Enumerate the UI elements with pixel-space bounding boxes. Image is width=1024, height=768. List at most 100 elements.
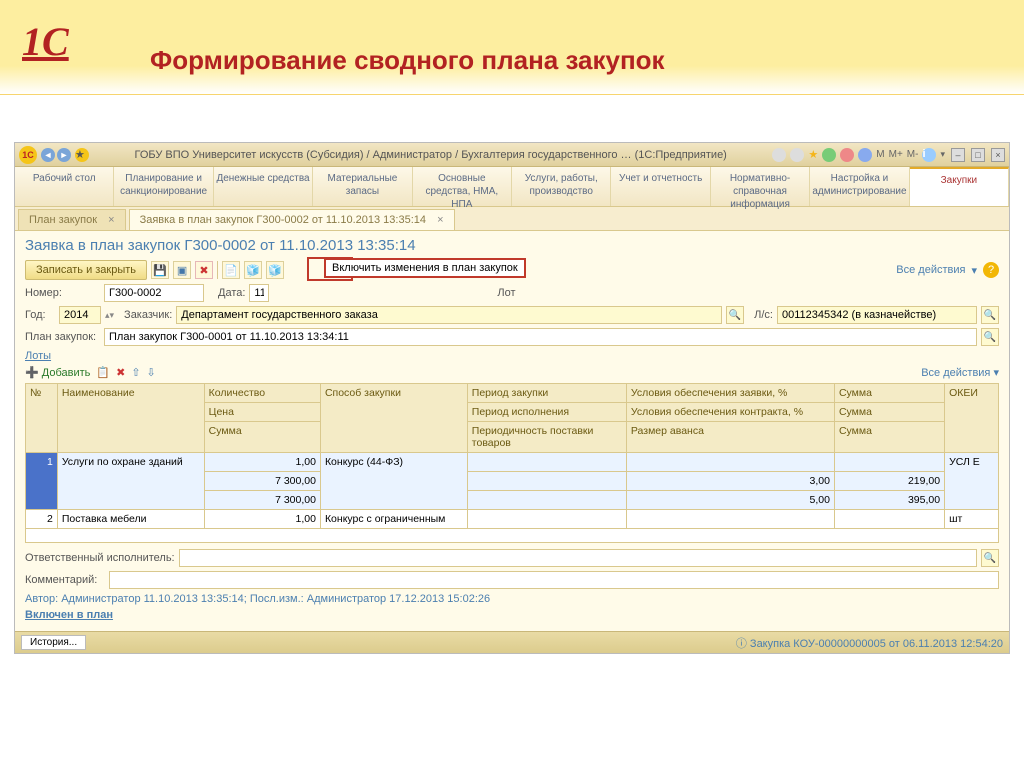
author-info: Автор: Администратор 11.10.2013 13:35:14… — [25, 593, 999, 605]
cancel-icon[interactable]: ✖ — [195, 261, 213, 279]
cal-icon[interactable] — [858, 148, 872, 162]
ls-label: Л/с: — [754, 309, 773, 321]
maximize-button[interactable]: □ — [971, 148, 985, 162]
tool-icon[interactable] — [772, 148, 786, 162]
year-input[interactable] — [59, 306, 101, 324]
info-icon[interactable]: i — [922, 148, 936, 162]
titlebar: 1C ◄ ► ★ ГОБУ ВПО Университет искусств (… — [15, 143, 1009, 167]
grid-scrollbar[interactable] — [25, 529, 999, 543]
dropdown-icon[interactable]: ▾ — [993, 367, 999, 379]
status-text: ⓘ Закупка КОУ-00000000005 от 06.11.2013 … — [736, 635, 1003, 651]
search-icon[interactable]: 🔍 — [981, 549, 999, 567]
help-icon[interactable]: ? — [983, 262, 999, 278]
nav-materials[interactable]: Материальные запасы — [313, 167, 412, 206]
toolbar: Записать и закрыть 💾 ▣ ✖ 📄 🧊 🧊 Включить … — [25, 260, 999, 280]
search-icon[interactable]: 🔍 — [981, 306, 999, 324]
spinner-icon[interactable]: ▴▾ — [105, 310, 114, 321]
date-label: Дата: — [218, 287, 245, 299]
year-label: Год: — [25, 309, 55, 321]
included-link[interactable]: Включен в план — [25, 609, 999, 621]
table-row[interactable]: 1 Услуги по охране зданий 1,00 Конкурс (… — [26, 453, 999, 472]
delete-row-icon[interactable]: ✖ — [116, 366, 125, 379]
minimize-button[interactable]: – — [951, 148, 965, 162]
star2-icon[interactable]: ★ — [808, 148, 818, 161]
m-plus[interactable]: M+ — [889, 149, 903, 160]
customer-input[interactable] — [176, 306, 722, 324]
nav-purchases[interactable]: Закупки — [910, 167, 1009, 206]
nav-fixed-assets[interactable]: Основные средства, НМА, НПА — [413, 167, 512, 206]
up-icon[interactable]: ⇧ — [131, 366, 140, 379]
customer-label: Заказчик: — [124, 309, 172, 321]
col-qty: Количество — [204, 384, 320, 403]
close-icon[interactable]: × — [437, 214, 443, 226]
nav-planning[interactable]: Планирование и санкционирование — [114, 167, 213, 206]
callout-tooltip: Включить изменения в план закупок — [324, 258, 526, 278]
all-actions-link[interactable]: Все действия — [921, 367, 990, 379]
save-close-button[interactable]: Записать и закрыть — [25, 260, 147, 280]
comment-input[interactable] — [109, 571, 999, 589]
nav-fwd-icon[interactable]: ► — [57, 148, 71, 162]
col-n: № — [26, 384, 58, 453]
nav-reporting[interactable]: Учет и отчетность — [611, 167, 710, 206]
tab-request-label: Заявка в план закупок Г300-0002 от 11.10… — [140, 214, 426, 226]
nav-desktop[interactable]: Рабочий стол — [15, 167, 114, 206]
lots-table[interactable]: № Наименование Количество Способ закупки… — [25, 383, 999, 529]
grid-icon[interactable] — [822, 148, 836, 162]
col-period: Период закупки — [467, 384, 626, 403]
include-icon[interactable]: 🧊 — [266, 261, 284, 279]
doc-tabs: План закупок × Заявка в план закупок Г30… — [15, 207, 1009, 231]
m-minus[interactable]: M- — [907, 149, 919, 160]
col-name: Наименование — [57, 384, 204, 453]
m[interactable]: M — [876, 149, 884, 160]
col-sum: Сумма — [204, 422, 320, 453]
window-title: ГОБУ ВПО Университет искусств (Субсидия)… — [93, 149, 768, 161]
number-input[interactable] — [104, 284, 204, 302]
col-method: Способ закупки — [320, 384, 467, 453]
doc-title: Заявка в план закупок Г300-0002 от 11.10… — [25, 237, 999, 254]
col-advance: Размер аванса — [626, 422, 834, 453]
star-icon[interactable]: ★ — [75, 148, 89, 162]
tab-request[interactable]: Заявка в план закупок Г300-0002 от 11.10… — [129, 209, 455, 230]
nav-money[interactable]: Денежные средства — [214, 167, 313, 206]
search-icon[interactable]: 🔍 — [726, 306, 744, 324]
close-button[interactable]: × — [991, 148, 1005, 162]
table-row[interactable]: 2 Поставка мебели 1,00 Конкурс с огранич… — [26, 510, 999, 529]
add-button[interactable]: ➕ Добавить — [25, 366, 90, 379]
calc-icon[interactable] — [840, 148, 854, 162]
col-freq: Периодичность поставки товаров — [467, 422, 626, 453]
post-icon[interactable]: ▣ — [173, 261, 191, 279]
col-sum2c: Сумма — [834, 422, 944, 453]
col-cond-app: Условия обеспечения заявки, % — [626, 384, 834, 403]
search-icon[interactable]: 🔍 — [981, 328, 999, 346]
history-button[interactable]: История... — [21, 635, 86, 650]
all-actions-link[interactable]: Все действия — [896, 264, 965, 276]
lot-label: Лот — [497, 287, 515, 299]
dropdown-icon[interactable]: ▾ — [940, 149, 945, 160]
tab-plan[interactable]: План закупок × — [18, 209, 126, 230]
plan-label: План закупок: — [25, 331, 100, 343]
resp-input[interactable] — [179, 549, 977, 567]
logo-1c: 1С — [22, 18, 69, 65]
dropdown-icon[interactable]: ▾ — [971, 264, 977, 277]
top-nav: Рабочий стол Планирование и санкциониров… — [15, 167, 1009, 207]
save-icon[interactable]: 💾 — [151, 261, 169, 279]
col-cond-ctr: Условия обеспечения контракта, % — [626, 403, 834, 422]
tool-icon[interactable] — [790, 148, 804, 162]
app-window: 1C ◄ ► ★ ГОБУ ВПО Университет искусств (… — [14, 142, 1010, 654]
nav-back-icon[interactable]: ◄ — [41, 148, 55, 162]
date-input[interactable] — [249, 284, 269, 302]
copy-row-icon[interactable]: 📋 — [96, 366, 110, 379]
lots-section[interactable]: Лоты — [25, 350, 999, 362]
col-exec: Период исполнения — [467, 403, 626, 422]
plan-input[interactable] — [104, 328, 977, 346]
nav-services[interactable]: Услуги, работы, производство — [512, 167, 611, 206]
down-icon[interactable]: ⇩ — [147, 366, 156, 379]
action-icon[interactable]: 🧊 — [244, 261, 262, 279]
close-icon[interactable]: × — [108, 214, 114, 226]
add-label: Добавить — [42, 367, 91, 379]
nav-admin[interactable]: Настройка и администрирование — [810, 167, 909, 206]
copy-icon[interactable]: 📄 — [222, 261, 240, 279]
nav-reference[interactable]: Нормативно-справочная информация — [711, 167, 810, 206]
ls-input[interactable] — [777, 306, 977, 324]
number-label: Номер: — [25, 287, 100, 299]
